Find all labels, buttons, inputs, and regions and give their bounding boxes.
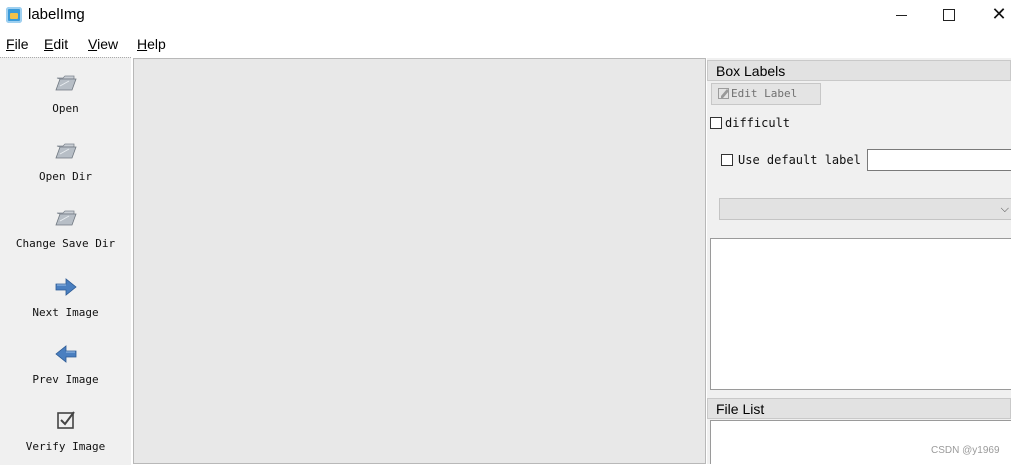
arrow-right-icon — [54, 274, 78, 298]
change-save-dir-label: Change Save Dir — [15, 237, 116, 250]
folder-icon — [54, 138, 78, 162]
app-icon — [6, 7, 22, 23]
open-label: Open — [52, 102, 79, 115]
open-button[interactable]: Open — [0, 70, 131, 115]
box-labels-header: Box Labels — [707, 60, 1011, 81]
use-default-label-checkbox[interactable] — [721, 154, 733, 166]
title-bar: labelImg ✕ — [0, 0, 1011, 34]
difficult-label: difficult — [725, 116, 791, 130]
menu-bar: File Edit View Help — [0, 34, 1011, 56]
chevron-down-icon: ⌵ — [1000, 202, 1009, 215]
folder-icon — [54, 70, 78, 94]
checkbox-icon — [54, 408, 78, 432]
open-dir-label: Open Dir — [39, 170, 92, 183]
pencil-icon — [718, 87, 730, 99]
edit-label-text: Edit Label — [731, 87, 798, 100]
minimize-button[interactable] — [878, 0, 924, 30]
next-image-button[interactable]: Next Image — [0, 274, 131, 319]
watermark: CSDN @y1969 — [931, 445, 1000, 456]
folder-icon — [54, 205, 78, 229]
arrow-left-icon — [54, 341, 78, 365]
window-title: labelImg — [28, 6, 85, 23]
open-dir-button[interactable]: Open Dir — [0, 138, 131, 183]
menu-file[interactable]: File — [6, 36, 29, 52]
prev-image-label: Prev Image — [32, 373, 99, 386]
image-canvas[interactable] — [133, 58, 706, 464]
edit-label-button[interactable]: Edit Label — [711, 83, 821, 105]
close-icon: ✕ — [991, 4, 1007, 25]
file-list-header: File List — [707, 398, 1011, 419]
label-combo-box[interactable]: ⌵ — [719, 198, 1011, 220]
close-button[interactable]: ✕ — [976, 0, 1011, 30]
menu-help[interactable]: Help — [137, 36, 166, 52]
minimize-icon — [895, 14, 907, 16]
maximize-button[interactable] — [926, 0, 972, 30]
verify-image-label: Verify Image — [25, 440, 106, 453]
next-image-label: Next Image — [32, 306, 99, 319]
change-save-dir-button[interactable]: Change Save Dir — [0, 205, 131, 250]
menu-edit[interactable]: Edit — [44, 36, 68, 52]
verify-image-button[interactable]: Verify Image — [0, 408, 131, 453]
use-default-label-label: Use default label — [738, 153, 861, 167]
label-list[interactable] — [710, 238, 1011, 390]
default-label-input[interactable] — [867, 149, 1011, 171]
prev-image-button[interactable]: Prev Image — [0, 341, 131, 386]
file-list[interactable]: CSDN @y1969 — [710, 420, 1011, 464]
toolbar: Open Open Dir Change Save Dir Next Image… — [0, 57, 131, 465]
difficult-checkbox[interactable] — [710, 117, 722, 129]
right-dock: Box Labels Edit Label difficult Use defa… — [707, 58, 1011, 464]
maximize-icon — [943, 9, 955, 21]
menu-view[interactable]: View — [88, 36, 118, 52]
